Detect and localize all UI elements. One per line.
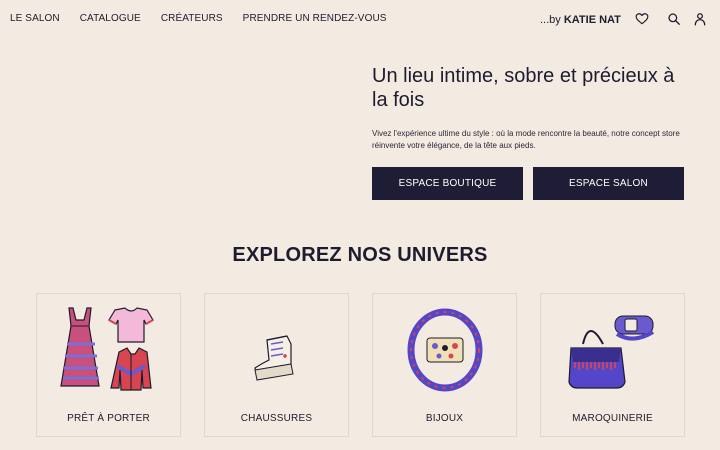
category-label: PRÊT À PORTER xyxy=(67,413,150,424)
handbag-icon xyxy=(563,304,663,394)
category-card-maroquinerie[interactable]: MAROQUINERIE xyxy=(540,293,685,437)
user-icon[interactable] xyxy=(693,12,707,26)
hero-title: Un lieu intime, sobre et précieux à la f… xyxy=(372,65,675,111)
necklace-icon xyxy=(395,304,495,394)
clothing-icon xyxy=(59,304,159,394)
nav-links: LE SALON CATALOGUE CRÉATEURS PRENDRE UN … xyxy=(10,13,387,24)
nav-link-le-salon[interactable]: LE SALON xyxy=(10,13,60,24)
category-card-bijoux[interactable]: BIJOUX xyxy=(372,293,517,437)
search-icon[interactable] xyxy=(667,12,681,26)
category-label: BIJOUX xyxy=(425,413,464,424)
brand-prefix: ...by xyxy=(540,14,561,26)
category-label: CHAUSSURES xyxy=(240,413,313,424)
category-label: MAROQUINERIE xyxy=(572,413,653,424)
espace-salon-button[interactable]: ESPACE SALON xyxy=(533,167,684,200)
category-card-pret-a-porter[interactable]: PRÊT À PORTER xyxy=(36,293,181,437)
nav-link-catalogue[interactable]: CATALOGUE xyxy=(80,13,141,24)
nav-link-rendez-vous[interactable]: PRENDRE UN RENDEZ-VOUS xyxy=(243,13,387,24)
hero-description: Vivez l'expérience ultime du style : où … xyxy=(372,129,680,150)
espace-boutique-button[interactable]: ESPACE BOUTIQUE xyxy=(372,167,523,200)
nav-link-createurs[interactable]: CRÉATEURS xyxy=(161,13,223,24)
sneaker-icon xyxy=(227,304,327,394)
brand-logo[interactable]: ...by KATIE NAT xyxy=(540,14,621,26)
section-title-univers: EXPLOREZ NOS UNIVERS xyxy=(232,244,488,266)
category-card-chaussures[interactable]: CHAUSSURES xyxy=(204,293,349,437)
heart-icon[interactable] xyxy=(635,12,649,26)
top-navigation: LE SALON CATALOGUE CRÉATEURS PRENDRE UN … xyxy=(0,0,720,40)
brand-name: KATIE NAT xyxy=(563,14,621,26)
